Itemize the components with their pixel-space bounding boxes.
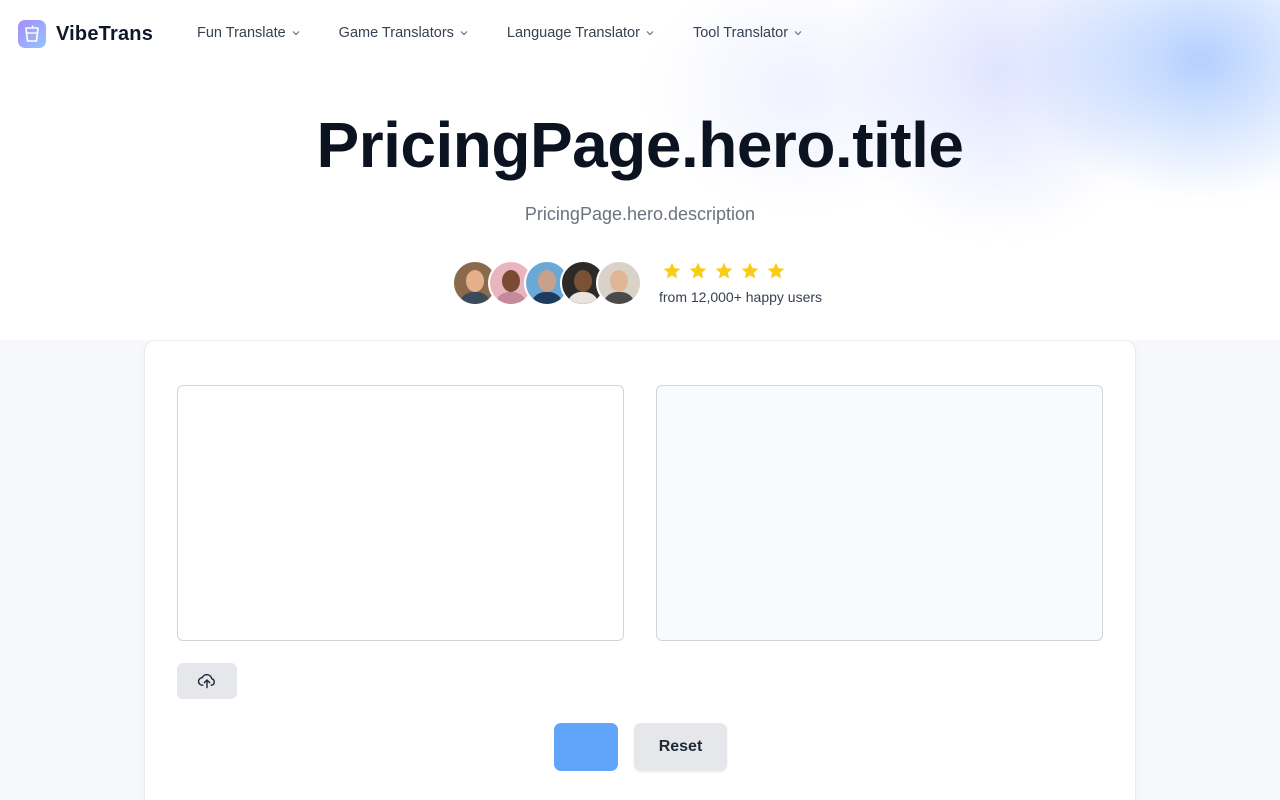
chevron-down-icon (460, 31, 468, 36)
input-panel (177, 385, 624, 641)
nav-label: Language Translator (506, 25, 640, 41)
nav-label: Fun Translate (197, 25, 286, 41)
page-title: PricingPage.hero.title (316, 109, 964, 181)
header: VibeTrans Fun Translate Game Translators… (0, 0, 1280, 68)
main-nav: Fun Translate Game Translators Language … (197, 25, 841, 41)
nav-fun-translate[interactable]: Fun Translate (197, 25, 301, 41)
nav-language-translator[interactable]: Language Translator (507, 25, 655, 41)
rating: from 12,000+ happy users (659, 261, 822, 305)
page-description: PricingPage.hero.description (524, 204, 756, 224)
star-icon (715, 262, 733, 279)
social-proof: from 12,000+ happy users (452, 260, 822, 306)
star-icon (741, 262, 759, 279)
upload-button[interactable] (177, 663, 237, 699)
nav-label: Game Translators (338, 25, 454, 41)
upload-cloud-icon (197, 673, 215, 689)
chevron-down-icon (292, 31, 300, 36)
rating-text: from 12,000+ happy users (659, 289, 823, 305)
brand-name: VibeTrans (56, 22, 154, 45)
avatar (596, 260, 642, 306)
translator-card: Reset (145, 341, 1135, 800)
star-icon (689, 262, 707, 279)
nav-label: Tool Translator (692, 25, 789, 41)
translated-text-output[interactable] (657, 386, 1102, 640)
star-icon (663, 262, 681, 279)
nav-game-translators[interactable]: Game Translators (339, 25, 469, 41)
source-text-input[interactable] (178, 386, 623, 640)
star-icon (767, 262, 785, 279)
reset-button[interactable]: Reset (634, 723, 727, 771)
brand-link[interactable]: VibeTrans (18, 20, 153, 48)
page: VibeTrans Fun Translate Game Translators… (0, 0, 1280, 800)
output-panel (656, 385, 1103, 641)
avatar-group (452, 260, 642, 306)
chevron-down-icon (794, 31, 802, 36)
translate-button[interactable] (554, 723, 618, 771)
nav-tool-translator[interactable]: Tool Translator (693, 25, 803, 41)
chevron-down-icon (646, 31, 654, 36)
star-rating (662, 261, 822, 281)
cup-icon (18, 20, 46, 48)
